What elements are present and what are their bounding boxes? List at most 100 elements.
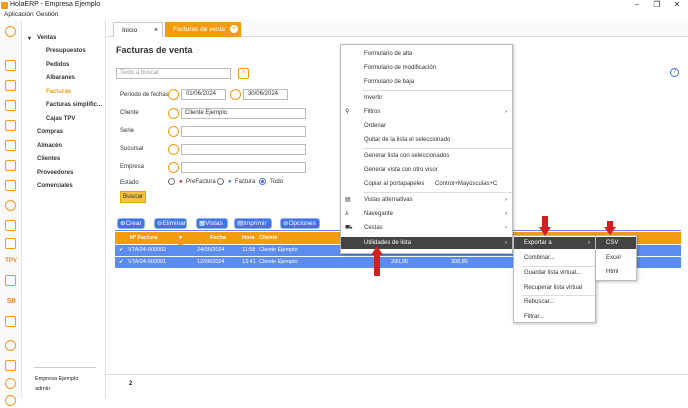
menu-item-vistas-alternativas[interactable]: ▤ Vistas alternativas › (341, 194, 512, 206)
power-icon[interactable] (5, 395, 16, 406)
col-date[interactable]: Fecha (210, 232, 226, 244)
row-date: 24/06/2024 (197, 247, 225, 253)
collapse-filters-button[interactable]: ˄ (238, 68, 249, 79)
help-icon[interactable]: ? (670, 68, 679, 77)
nav-albaranes[interactable]: Albaranes (46, 75, 75, 81)
views-button[interactable]: ▦Vistas (196, 218, 228, 229)
bag-icon[interactable] (5, 275, 16, 286)
menu-item-invertir[interactable]: Invertir (341, 92, 512, 104)
col-number[interactable]: Nº Factura (128, 232, 183, 244)
nav-almacen[interactable]: Almacén (37, 143, 62, 149)
radio-factura[interactable] (217, 178, 224, 185)
documents-icon[interactable] (5, 100, 16, 111)
company-input[interactable] (181, 162, 306, 173)
radio-prefactura-label: PreFactura (186, 179, 216, 185)
delete-button[interactable]: ⊖Eliminar (154, 218, 187, 229)
date-to-picker-icon[interactable] (230, 89, 241, 100)
radio-todo[interactable] (259, 178, 266, 185)
tpv-icon[interactable]: TPV (3, 258, 19, 264)
menu-item-alta[interactable]: Formulario de alta (341, 48, 512, 60)
nav-expand-icon[interactable]: ▾ (28, 35, 31, 42)
sort-arrow-icon[interactable]: ▼ (178, 233, 183, 245)
series-picker-icon[interactable] (168, 126, 179, 137)
list-icon[interactable] (5, 160, 16, 171)
tab-close-icon[interactable]: × (154, 23, 158, 38)
menu-item-baja[interactable]: Formulario de baja (341, 76, 512, 88)
refresh-icon[interactable] (5, 200, 16, 211)
series-input[interactable] (181, 126, 306, 137)
menu-item-copiar[interactable]: Copiar al portapapeles Control+Mayúscula… (341, 178, 512, 190)
date-from-picker-icon[interactable] (168, 89, 179, 100)
nav-comerciales[interactable]: Comerciales (37, 183, 73, 189)
nav-presupuestos[interactable]: Presupuestos (46, 48, 86, 54)
tab-inicio-label: Inicio (122, 27, 138, 34)
add-icon[interactable] (5, 26, 16, 37)
warning-icon[interactable] (5, 316, 16, 327)
print-button[interactable]: ▤Imprimir (234, 218, 272, 229)
export-excel[interactable]: Excel (596, 252, 636, 264)
users-icon[interactable] (5, 80, 16, 91)
menu-separator (363, 192, 512, 193)
branch-input[interactable] (181, 144, 306, 155)
search-button[interactable]: Buscar (120, 191, 146, 203)
menu-item-quitar[interactable]: Quitar de la lista el seleccionado (341, 134, 512, 146)
col-client[interactable]: Cliente (259, 232, 289, 244)
menu-item-filtros[interactable]: ⚲ Filtros › (341, 106, 512, 118)
date-to-input[interactable]: 30/06/2024 (243, 89, 288, 100)
clipboard-icon[interactable] (5, 120, 16, 131)
nav-pedidos[interactable]: Pedidos (46, 62, 69, 68)
submenu-item-rebuscar[interactable]: Rebuscar... (514, 296, 595, 308)
submenu-item-combinar[interactable]: Combinar... (514, 252, 595, 264)
close-icon[interactable]: ✕ (670, 0, 684, 10)
menu-item-generar-vista[interactable]: Generar vista con otro visor (341, 164, 512, 176)
tag-icon[interactable] (5, 220, 16, 231)
nav-facturas[interactable]: Facturas (46, 89, 71, 95)
menu-item-navegante[interactable]: ⅄ Navegante › (341, 208, 512, 220)
help-icon[interactable] (5, 378, 16, 389)
menu-item-generar-lista[interactable]: Generar lista con seleccionados (341, 150, 512, 162)
menu-item-modificacion[interactable]: Formulario de modificación (341, 62, 512, 74)
tab-inicio[interactable]: Inicio × (113, 22, 163, 37)
maximize-icon[interactable]: ❐ (650, 0, 664, 10)
nav-compras[interactable]: Compras (37, 129, 63, 135)
tab-facturas-venta[interactable]: Facturas de venta × (165, 22, 241, 37)
branch-picker-icon[interactable] (168, 144, 179, 155)
create-button[interactable]: ⊕Crear (117, 218, 145, 229)
search-input[interactable]: Texto a buscar (116, 68, 231, 79)
submenu-item-recuperar[interactable]: Recuperar lista virtual (514, 282, 595, 294)
submenu-item-guardar[interactable]: Guardar lista virtual... (514, 267, 595, 279)
radio-prefactura[interactable] (168, 178, 175, 185)
menu-item-ordenar[interactable]: Ordenar (341, 120, 512, 132)
menu-item-utilidades[interactable]: Utilidades de lista › (341, 237, 512, 249)
col-time[interactable]: Hora (242, 232, 256, 244)
badge-icon[interactable] (5, 360, 16, 371)
company-picker-icon[interactable] (168, 162, 179, 173)
chart-icon[interactable] (5, 140, 16, 151)
sii-icon[interactable]: SII (3, 298, 19, 305)
export-html[interactable]: Html (596, 266, 636, 278)
monitor-icon[interactable] (5, 180, 16, 191)
tab-close-icon[interactable]: × (230, 25, 238, 33)
home-icon[interactable] (5, 60, 16, 71)
check-icon[interactable]: ✔ (119, 247, 124, 253)
options-button[interactable]: ⊜Opciones (280, 218, 320, 229)
menu-aplicacion[interactable]: Aplicación (4, 11, 34, 18)
menu-gestion[interactable]: Gestión (36, 11, 58, 18)
submenu-item-filtrar[interactable]: Filtrar... (514, 311, 595, 323)
smile-icon[interactable] (5, 340, 16, 351)
nav-cajas-tpv[interactable]: Cajas TPV (46, 116, 75, 122)
menu-item-cestas[interactable]: ⛟ Cestas › (341, 222, 512, 234)
submenu-item-exportar[interactable]: Exportar a › (514, 237, 595, 249)
client-picker-icon[interactable] (168, 108, 179, 119)
nav-facturas-simplificadas[interactable]: Facturas simplific... (46, 102, 102, 108)
nav-ventas[interactable]: Ventas (37, 35, 56, 41)
date-from-input[interactable]: 01/06/2024 (181, 89, 226, 100)
calendar-icon[interactable] (5, 238, 16, 249)
minimize-icon[interactable]: – (630, 0, 644, 10)
nav-clientes[interactable]: Clientes (37, 156, 60, 162)
submenu-export: CSV Excel Html (595, 235, 637, 281)
nav-proveedores[interactable]: Proveedores (37, 170, 73, 176)
check-icon[interactable]: ✔ (119, 259, 124, 265)
client-input[interactable]: Cliente Ejemplo (181, 108, 306, 119)
export-csv[interactable]: CSV (596, 237, 636, 249)
